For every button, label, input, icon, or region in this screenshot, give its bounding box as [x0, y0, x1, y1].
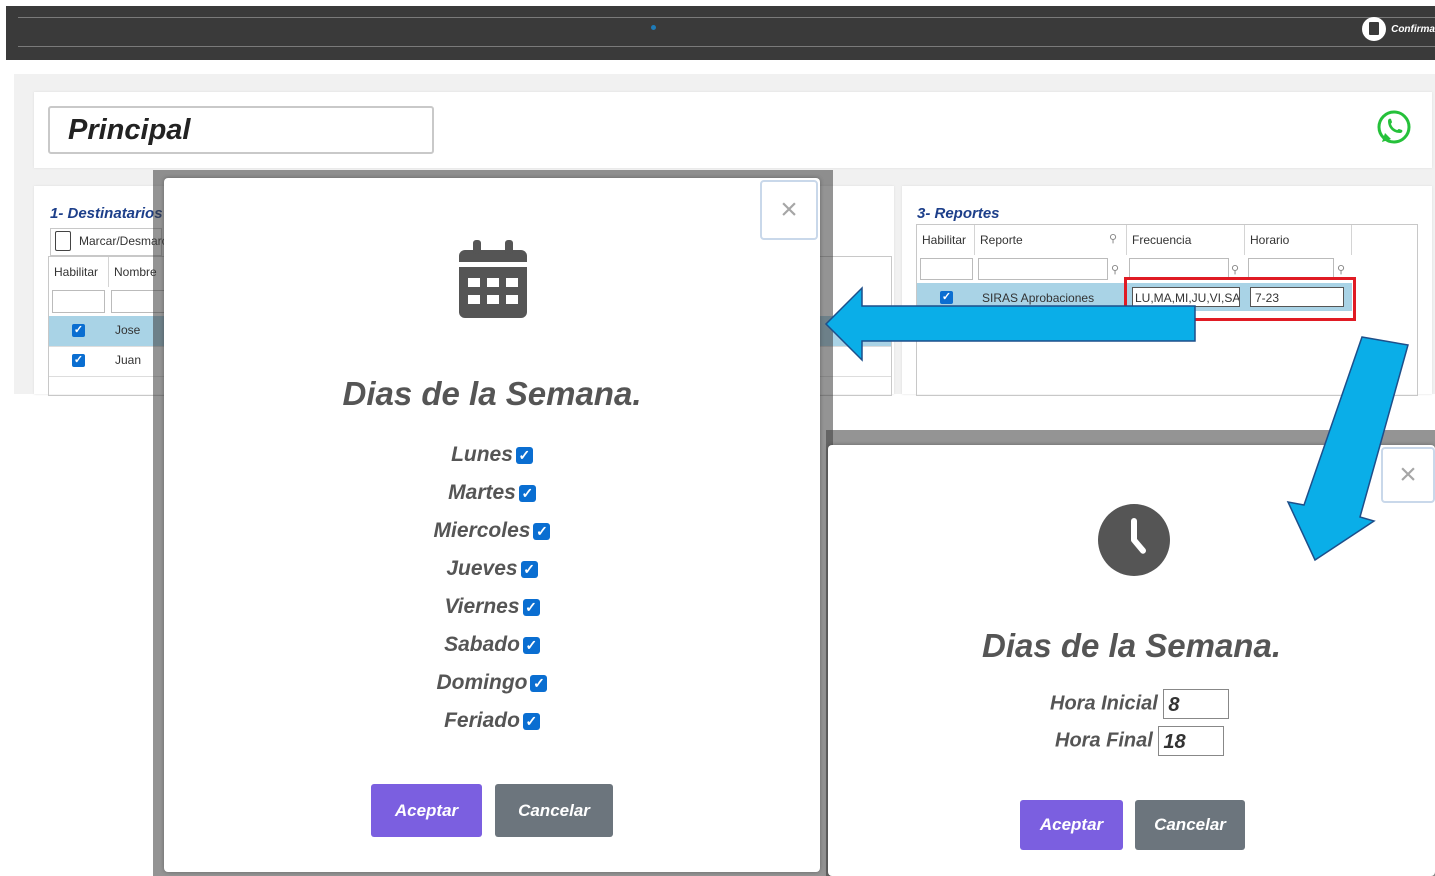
day-label: Viernes [444, 595, 520, 618]
row-name: Juan [115, 353, 142, 367]
day-checkbox[interactable]: ✓ [522, 713, 540, 730]
day-option: Sabado ✓ [164, 633, 820, 657]
day-label: Lunes [451, 443, 513, 466]
row-name: Jose [115, 323, 141, 337]
clock-icon [1098, 504, 1170, 576]
day-checkbox[interactable]: ✓ [515, 447, 533, 464]
hours-modal-title: Dias de la Semana. [982, 627, 1281, 664]
day-checkbox[interactable]: ✓ [522, 599, 540, 616]
day-label: Feriado [444, 709, 520, 732]
report-name: SIRAS Aprobaciones [982, 291, 1095, 305]
start-hour-input[interactable]: 8 [1163, 689, 1230, 719]
whatsapp-icon[interactable] [1376, 109, 1412, 145]
day-label: Martes [448, 481, 516, 504]
page-title-box: Principal [48, 106, 434, 154]
day-option: Miercoles ✓ [164, 519, 820, 543]
day-label: Jueves [446, 557, 518, 580]
cancel-button[interactable]: Cancelar [495, 784, 613, 837]
top-bar-background [6, 6, 1435, 60]
top-bar-divider [18, 17, 1435, 18]
day-checkbox[interactable]: ✓ [520, 561, 538, 578]
pin-icon[interactable]: ⚲ [1111, 263, 1119, 276]
row-checkbox[interactable]: ✓ [72, 324, 85, 337]
row-checkbox[interactable]: ✓ [940, 291, 953, 304]
reportes-title: 3- Reportes [917, 205, 1000, 222]
day-checkbox[interactable]: ✓ [530, 675, 548, 692]
days-modal-title: Dias de la Semana. [342, 375, 642, 412]
day-checkbox[interactable]: ✓ [518, 485, 536, 502]
pin-icon[interactable]: ⚲ [1337, 263, 1345, 276]
start-hour-label: Hora Inicial [1050, 692, 1158, 715]
column-header-habilitar[interactable]: Habilitar [917, 225, 975, 255]
clipboard-icon [55, 231, 71, 251]
end-hour-input[interactable]: 18 [1158, 726, 1225, 756]
accept-button[interactable]: Aceptar [371, 784, 482, 837]
days-modal: × Dias de la Semana. Lunes ✓ Martes ✓ Mierco… [164, 178, 820, 872]
day-label: Sabado [444, 633, 520, 656]
highlight-box [1124, 277, 1356, 321]
pin-icon[interactable]: ⚲ [1231, 263, 1239, 276]
row-checkbox[interactable]: ✓ [72, 354, 85, 367]
start-hour-row: Hora Inicial 8 [1050, 689, 1230, 719]
confirm-label: Confirma [1391, 23, 1435, 35]
filter-input[interactable] [978, 258, 1108, 280]
column-header-habilitar[interactable]: Habilitar [49, 257, 109, 287]
end-hour-row: Hora Final 18 [1055, 726, 1225, 756]
confirm-button[interactable]: Confirma [1362, 17, 1435, 41]
day-option: Jueves ✓ [164, 557, 820, 581]
mark-unmark-button[interactable]: Marcar/Desmarcar [50, 228, 178, 256]
page-title: Principal [68, 114, 191, 146]
day-label: Domingo [436, 671, 528, 694]
column-header-horario[interactable]: Horario [1245, 225, 1352, 255]
day-option: Viernes ✓ [164, 595, 820, 619]
column-header-reporte[interactable]: Reporte [975, 225, 1127, 255]
filter-input[interactable] [920, 258, 973, 280]
hours-modal: × Dias de la Semana. Hora Inicial 8 Hora… [828, 445, 1435, 876]
close-button[interactable]: × [760, 180, 818, 240]
top-bar: Confirma [0, 0, 1435, 60]
day-option: Lunes ✓ [164, 443, 820, 467]
end-hour-label: Hora Final [1055, 729, 1153, 752]
pin-icon[interactable]: ⚲ [1109, 232, 1117, 245]
destinatarios-title: 1- Destinatarios [50, 205, 163, 222]
status-dot [651, 25, 656, 30]
cancel-button[interactable]: Cancelar [1135, 800, 1245, 850]
day-label: Miercoles [433, 519, 531, 542]
close-button[interactable]: × [1381, 447, 1435, 503]
day-option: Martes ✓ [164, 481, 820, 505]
day-option: Feriado ✓ [164, 709, 820, 733]
filter-input[interactable] [52, 290, 105, 313]
top-bar-divider [18, 46, 1435, 47]
day-option: Domingo ✓ [164, 671, 820, 695]
day-checkbox[interactable]: ✓ [522, 637, 540, 654]
accept-button[interactable]: Aceptar [1020, 800, 1123, 850]
column-header-frecuencia[interactable]: Frecuencia [1127, 225, 1245, 255]
calendar-icon [459, 240, 527, 318]
day-checkbox[interactable]: ✓ [533, 523, 551, 540]
document-icon [1362, 17, 1387, 41]
